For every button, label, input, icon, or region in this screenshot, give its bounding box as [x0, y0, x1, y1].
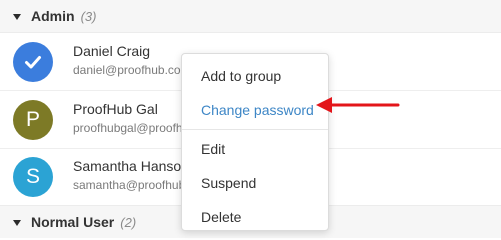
- menu-item-edit[interactable]: Edit: [182, 132, 328, 166]
- group-header-admin[interactable]: Admin (3): [0, 0, 501, 33]
- user-name: Daniel Craig: [73, 43, 151, 59]
- avatar: [13, 42, 53, 82]
- user-email: proofhubgal@proofhub.com: [73, 121, 188, 135]
- caret-down-icon[interactable]: [13, 219, 21, 226]
- menu-item-suspend[interactable]: Suspend: [182, 166, 328, 200]
- menu-item-add-to-group[interactable]: Add to group: [182, 59, 328, 93]
- red-arrow-icon: [316, 97, 400, 113]
- user-list-page: Admin (3) Daniel Craig daniel@proofhub.c…: [0, 0, 501, 240]
- menu-divider: [182, 129, 328, 130]
- group-count: (2): [120, 214, 137, 230]
- group-name: Normal User: [31, 214, 115, 230]
- avatar: S: [13, 157, 53, 197]
- user-email: samantha@proofhub.com: [73, 178, 188, 192]
- group-name: Admin: [31, 8, 75, 24]
- user-actions-menu: Add to group Change password Edit Suspen…: [181, 53, 329, 231]
- avatar: P: [13, 100, 53, 140]
- user-name: ProofHub Gal: [73, 101, 158, 117]
- checkmark-icon: [25, 56, 41, 69]
- menu-item-delete[interactable]: Delete: [182, 200, 328, 234]
- user-email: daniel@proofhub.com: [73, 63, 188, 77]
- user-name: Samantha Hanson: [73, 158, 189, 174]
- menu-item-change-password[interactable]: Change password: [182, 93, 328, 127]
- caret-down-icon[interactable]: [13, 13, 21, 20]
- group-count: (3): [80, 8, 97, 24]
